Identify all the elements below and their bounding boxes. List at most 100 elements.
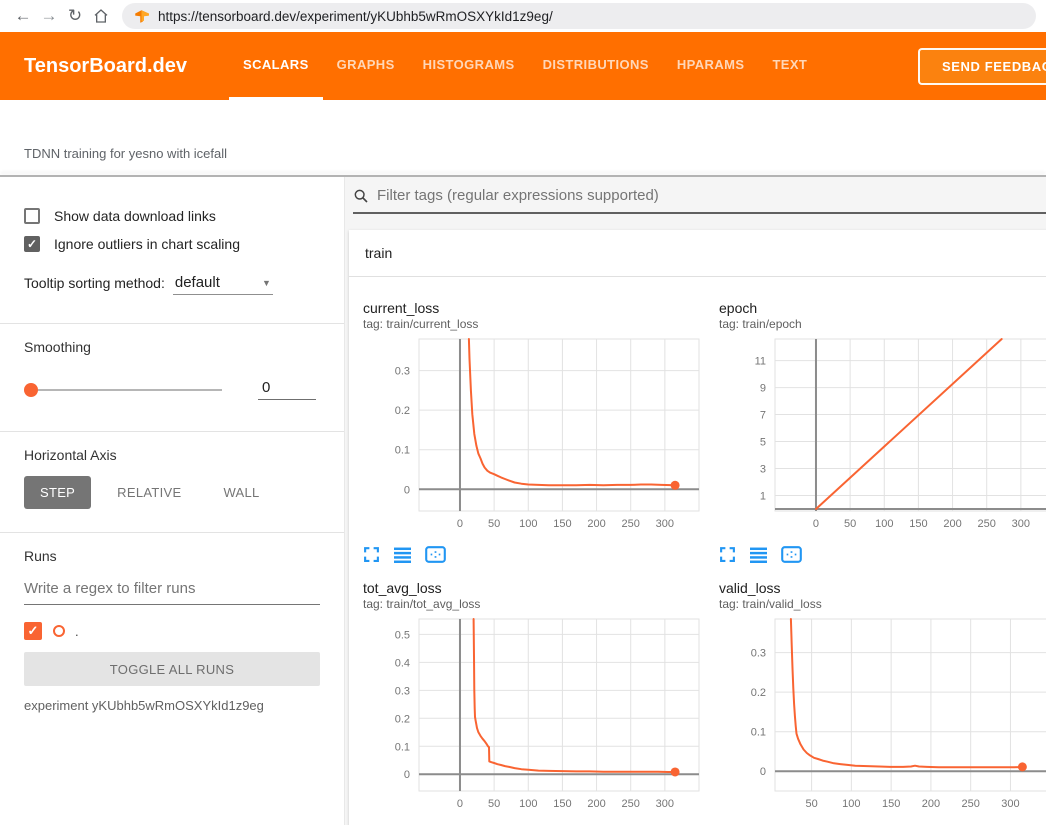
divider: [0, 431, 344, 432]
fullscreen-icon[interactable]: [363, 546, 380, 563]
chart-tag: tag: train/valid_loss: [719, 597, 1046, 612]
app-header: TensorBoard.dev SCALARS GRAPHS HISTOGRAM…: [0, 32, 1046, 100]
svg-text:0: 0: [404, 769, 410, 781]
browser-toolbar: ← → ↻ https://tensorboard.dev/experiment…: [0, 0, 1046, 32]
svg-text:9: 9: [760, 383, 766, 395]
svg-text:0: 0: [457, 518, 463, 529]
svg-text:1: 1: [760, 490, 766, 502]
chart-card-current-loss: current_loss tag: train/current_loss 050…: [363, 299, 705, 565]
svg-text:250: 250: [978, 518, 996, 529]
svg-text:300: 300: [1001, 798, 1019, 809]
svg-text:200: 200: [922, 798, 940, 809]
home-icon[interactable]: [88, 3, 114, 29]
ignore-outliers-label: Ignore outliers in chart scaling: [54, 236, 240, 252]
experiment-title: TDNN training for yesno with icefall: [24, 146, 227, 161]
settings-sidebar: Show data download links ✓ Ignore outlie…: [0, 177, 345, 825]
forward-icon[interactable]: →: [36, 3, 62, 29]
send-feedback-button[interactable]: SEND FEEDBACK: [918, 48, 1046, 85]
axis-relative-button[interactable]: RELATIVE: [101, 476, 197, 509]
valid-loss-chart[interactable]: 50 100 150 200 250 300 0 0.1 0.2 0.3: [719, 613, 1046, 809]
svg-text:250: 250: [622, 798, 640, 809]
svg-text:150: 150: [553, 798, 571, 809]
fullscreen-icon[interactable]: [719, 546, 736, 563]
show-download-links-row[interactable]: Show data download links: [24, 203, 320, 229]
home-icon-glyph: [93, 8, 109, 24]
svg-text:0.4: 0.4: [395, 657, 410, 669]
fit-domain-icon[interactable]: [425, 546, 446, 563]
svg-text:0: 0: [813, 518, 819, 529]
runs-regex-input[interactable]: [24, 580, 320, 605]
axis-step-button[interactable]: STEP: [24, 476, 91, 509]
svg-text:0.3: 0.3: [751, 648, 766, 660]
experiment-title-bar: TDNN training for yesno with icefall: [0, 100, 1046, 177]
run-color-swatch: [53, 625, 65, 637]
toggle-all-runs-button[interactable]: TOGGLE ALL RUNS: [24, 652, 320, 686]
smoothing-slider-row: [24, 379, 320, 400]
url-text: https://tensorboard.dev/experiment/yKUbh…: [158, 9, 553, 24]
tab-text[interactable]: TEXT: [758, 32, 821, 100]
tensorboard-favicon: [134, 9, 149, 24]
svg-text:0.1: 0.1: [751, 727, 766, 739]
svg-text:100: 100: [519, 518, 537, 529]
svg-text:200: 200: [943, 518, 961, 529]
chart-card-valid-loss: valid_loss tag: train/valid_loss 5010015…: [719, 579, 1046, 825]
back-icon[interactable]: ←: [10, 3, 36, 29]
horizontal-axis-buttons: STEP RELATIVE WALL: [24, 476, 320, 509]
tab-graphs[interactable]: GRAPHS: [323, 32, 409, 100]
svg-text:150: 150: [553, 518, 571, 529]
svg-text:300: 300: [656, 518, 674, 529]
show-download-links-label: Show data download links: [54, 208, 216, 224]
tooltip-sorting-select[interactable]: default ▼: [173, 274, 273, 295]
svg-text:0.3: 0.3: [395, 685, 410, 697]
horizontal-lines-icon[interactable]: [393, 546, 412, 563]
chart-tag: tag: train/tot_avg_loss: [363, 597, 705, 612]
show-download-links-checkbox[interactable]: [24, 208, 40, 224]
tab-histograms[interactable]: HISTOGRAMS: [409, 32, 529, 100]
svg-text:0.5: 0.5: [395, 629, 410, 641]
tag-filter-input[interactable]: [377, 187, 1046, 204]
tensorboard-logo[interactable]: TensorBoard.dev: [0, 32, 187, 100]
svg-text:250: 250: [962, 798, 980, 809]
horizontal-axis-label: Horizontal Axis: [24, 447, 320, 463]
svg-text:50: 50: [844, 518, 856, 529]
ignore-outliers-checkbox[interactable]: ✓: [24, 236, 40, 252]
epoch-chart[interactable]: 0501001502002503001357911: [719, 333, 1046, 529]
axis-wall-button[interactable]: WALL: [207, 476, 275, 509]
chart-card-tot-avg-loss: tot_avg_loss tag: train/tot_avg_loss 050…: [363, 579, 705, 825]
smoothing-slider-thumb[interactable]: [24, 383, 38, 397]
svg-text:100: 100: [842, 798, 860, 809]
svg-text:150: 150: [882, 798, 900, 809]
svg-text:5: 5: [760, 437, 766, 449]
tot-avg-loss-chart[interactable]: 05010015020025030000.10.20.30.40.5: [363, 613, 705, 809]
smoothing-slider[interactable]: [26, 389, 222, 391]
tab-hparams[interactable]: HPARAMS: [663, 32, 759, 100]
chart-tag: tag: train/epoch: [719, 317, 1046, 332]
address-bar[interactable]: https://tensorboard.dev/experiment/yKUbh…: [122, 3, 1036, 29]
current-loss-chart[interactable]: 05010015020025030000.10.20.3: [363, 333, 705, 529]
run-checkbox[interactable]: ✓: [24, 622, 42, 640]
chart-actions: [719, 543, 1046, 565]
fit-domain-icon[interactable]: [781, 546, 802, 563]
run-list-item[interactable]: ✓ .: [24, 619, 320, 643]
chevron-down-icon: ▼: [262, 278, 271, 288]
svg-text:50: 50: [488, 798, 500, 809]
chart-tag: tag: train/current_loss: [363, 317, 705, 332]
train-section-header[interactable]: train: [349, 230, 1046, 277]
svg-text:100: 100: [519, 798, 537, 809]
svg-text:0: 0: [760, 766, 766, 778]
svg-text:0.3: 0.3: [395, 366, 410, 378]
chart-title: epoch: [719, 299, 1046, 317]
chart-card-epoch: epoch tag: train/epoch 05010015020025030…: [719, 299, 1046, 565]
smoothing-label: Smoothing: [24, 339, 320, 355]
tab-scalars[interactable]: SCALARS: [229, 32, 323, 100]
svg-text:50: 50: [805, 798, 817, 809]
svg-text:0.2: 0.2: [751, 687, 766, 699]
tab-distributions[interactable]: DISTRIBUTIONS: [529, 32, 663, 100]
reload-icon[interactable]: ↻: [62, 3, 88, 29]
horizontal-lines-icon[interactable]: [749, 546, 768, 563]
run-name: .: [75, 624, 79, 639]
ignore-outliers-row[interactable]: ✓ Ignore outliers in chart scaling: [24, 231, 320, 257]
smoothing-value-input[interactable]: [258, 379, 316, 400]
svg-text:0.1: 0.1: [395, 741, 410, 753]
svg-text:0: 0: [404, 484, 410, 496]
